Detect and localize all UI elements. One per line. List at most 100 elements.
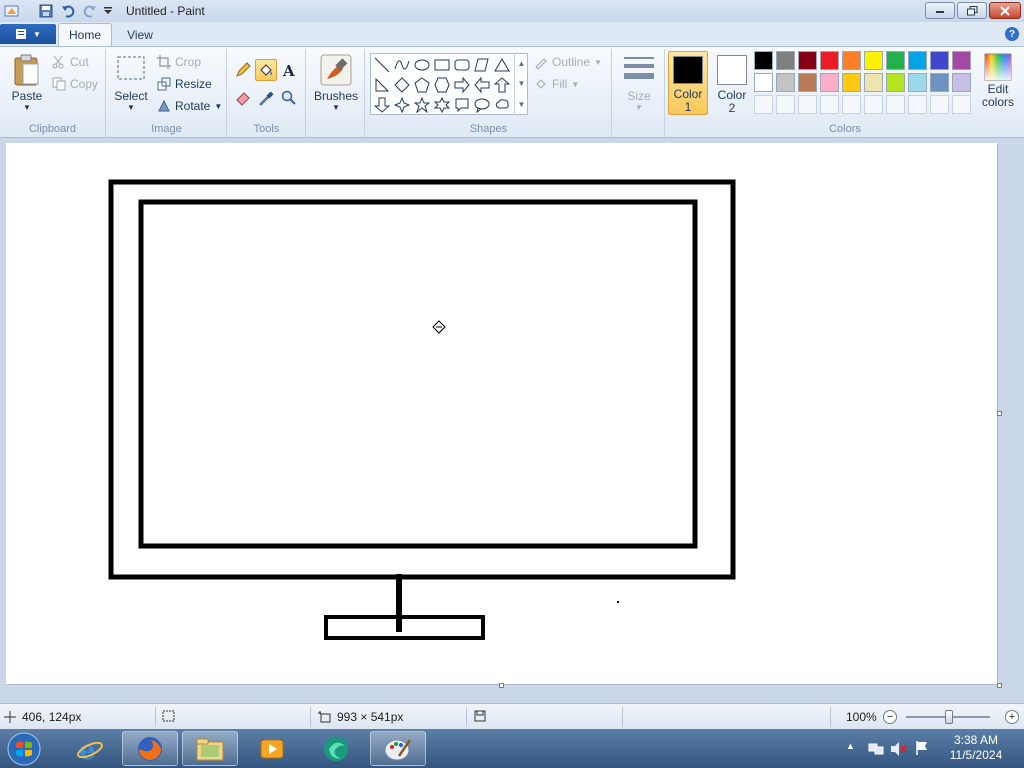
resize-handle-corner[interactable]: [997, 683, 1002, 688]
zoom-slider-thumb[interactable]: [945, 710, 953, 724]
system-clock[interactable]: 3:38 AM 11/5/2024: [940, 733, 1012, 763]
palette-swatch-empty[interactable]: [776, 95, 795, 114]
customize-dropdown-icon[interactable]: [100, 3, 116, 19]
palette-swatch[interactable]: [842, 51, 861, 70]
palette-swatch[interactable]: [754, 73, 773, 92]
taskbar-app[interactable]: [308, 731, 364, 766]
fill-tool[interactable]: [255, 59, 277, 81]
polygon-shape[interactable]: [472, 55, 492, 75]
palette-swatch[interactable]: [754, 51, 773, 70]
expand-gallery-icon[interactable]: ▼: [518, 100, 526, 109]
cloud-callout-shape[interactable]: [492, 95, 512, 115]
paint-app-icon[interactable]: [4, 3, 20, 19]
palette-swatch[interactable]: [930, 73, 949, 92]
palette-swatch[interactable]: [908, 51, 927, 70]
eraser-tool[interactable]: [232, 87, 254, 109]
drawing-canvas[interactable]: [6, 143, 997, 684]
help-icon[interactable]: ?: [1005, 27, 1019, 41]
select-button[interactable]: Select ▼: [113, 55, 149, 112]
palette-swatch[interactable]: [864, 73, 883, 92]
palette-swatch[interactable]: [908, 73, 927, 92]
taskbar-paint[interactable]: [370, 731, 426, 766]
cut-button[interactable]: Cut: [52, 55, 89, 69]
palette-swatch[interactable]: [864, 51, 883, 70]
redo-icon[interactable]: [82, 3, 98, 19]
palette-swatch[interactable]: [820, 73, 839, 92]
palette-swatch[interactable]: [798, 73, 817, 92]
brushes-button[interactable]: Brushes ▼: [313, 53, 359, 112]
color-picker-tool[interactable]: [255, 87, 277, 109]
copy-button[interactable]: Copy: [52, 77, 98, 91]
magnifier-tool[interactable]: [278, 87, 300, 109]
palette-swatch-empty[interactable]: [952, 95, 971, 114]
up-arrow-shape[interactable]: [492, 75, 512, 95]
tab-view[interactable]: View: [116, 23, 164, 46]
resize-button[interactable]: Resize: [157, 77, 212, 91]
oval-shape[interactable]: [412, 55, 432, 75]
palette-swatch-empty[interactable]: [798, 95, 817, 114]
taskbar-internet-explorer[interactable]: e: [62, 731, 118, 766]
taskbar-firefox[interactable]: [122, 731, 178, 766]
five-point-star-shape[interactable]: [412, 95, 432, 115]
size-button[interactable]: Size ▼: [619, 55, 659, 112]
zoom-out-button[interactable]: −: [883, 710, 897, 724]
palette-swatch-empty[interactable]: [930, 95, 949, 114]
down-arrow-shape[interactable]: [372, 95, 392, 115]
palette-swatch[interactable]: [798, 51, 817, 70]
minimize-button[interactable]: [925, 2, 955, 19]
diamond-shape[interactable]: [392, 75, 412, 95]
palette-swatch-empty[interactable]: [864, 95, 883, 114]
paint-menu-button[interactable]: ▼: [0, 24, 56, 44]
tab-home[interactable]: Home: [58, 23, 112, 46]
shapes-scroll[interactable]: ▲ ▼ ▼: [514, 53, 528, 115]
fill-button[interactable]: Fill ▼: [534, 77, 579, 91]
paste-button[interactable]: Paste ▼: [8, 53, 46, 112]
hexagon-shape[interactable]: [432, 75, 452, 95]
color-2-button[interactable]: Color 2: [712, 51, 752, 115]
volume-muted-icon[interactable]: [890, 741, 908, 757]
right-triangle-shape[interactable]: [372, 75, 392, 95]
show-hidden-icons-icon[interactable]: ▲: [846, 741, 855, 751]
resize-handle-bottom[interactable]: [499, 683, 504, 688]
curve-shape[interactable]: [392, 55, 412, 75]
undo-icon[interactable]: [60, 3, 76, 19]
oval-callout-shape[interactable]: [472, 95, 492, 115]
scroll-up-icon[interactable]: ▲: [518, 59, 526, 68]
start-button[interactable]: [4, 730, 44, 767]
palette-swatch-empty[interactable]: [820, 95, 839, 114]
palette-swatch[interactable]: [842, 73, 861, 92]
right-arrow-shape[interactable]: [452, 75, 472, 95]
rounded-rectangle-shape[interactable]: [452, 55, 472, 75]
left-arrow-shape[interactable]: [472, 75, 492, 95]
palette-swatch[interactable]: [930, 51, 949, 70]
palette-swatch[interactable]: [776, 73, 795, 92]
taskbar-media-player[interactable]: [244, 731, 300, 766]
color-1-button[interactable]: Color 1: [668, 51, 708, 115]
palette-swatch[interactable]: [820, 51, 839, 70]
edit-colors-button[interactable]: Edit colors: [976, 53, 1020, 109]
rounded-callout-shape[interactable]: [452, 95, 472, 115]
triangle-shape[interactable]: [492, 55, 512, 75]
rectangle-shape[interactable]: [432, 55, 452, 75]
pencil-tool[interactable]: [232, 59, 254, 81]
palette-swatch-empty[interactable]: [908, 95, 927, 114]
palette-swatch-empty[interactable]: [886, 95, 905, 114]
scroll-down-icon[interactable]: ▼: [518, 79, 526, 88]
palette-swatch[interactable]: [886, 73, 905, 92]
network-icon[interactable]: [868, 741, 884, 757]
restore-button[interactable]: [957, 2, 987, 19]
crop-button[interactable]: Crop: [157, 55, 201, 69]
action-center-flag-icon[interactable]: [914, 740, 930, 756]
palette-swatch-empty[interactable]: [754, 95, 773, 114]
palette-swatch[interactable]: [952, 51, 971, 70]
palette-swatch[interactable]: [886, 51, 905, 70]
close-button[interactable]: [989, 2, 1021, 19]
resize-handle-right[interactable]: [997, 411, 1002, 416]
palette-swatch-empty[interactable]: [842, 95, 861, 114]
palette-swatch[interactable]: [776, 51, 795, 70]
zoom-in-button[interactable]: +: [1005, 710, 1019, 724]
taskbar-file-explorer[interactable]: [182, 731, 238, 766]
line-shape[interactable]: [372, 55, 392, 75]
four-point-star-shape[interactable]: [392, 95, 412, 115]
palette-swatch[interactable]: [952, 73, 971, 92]
